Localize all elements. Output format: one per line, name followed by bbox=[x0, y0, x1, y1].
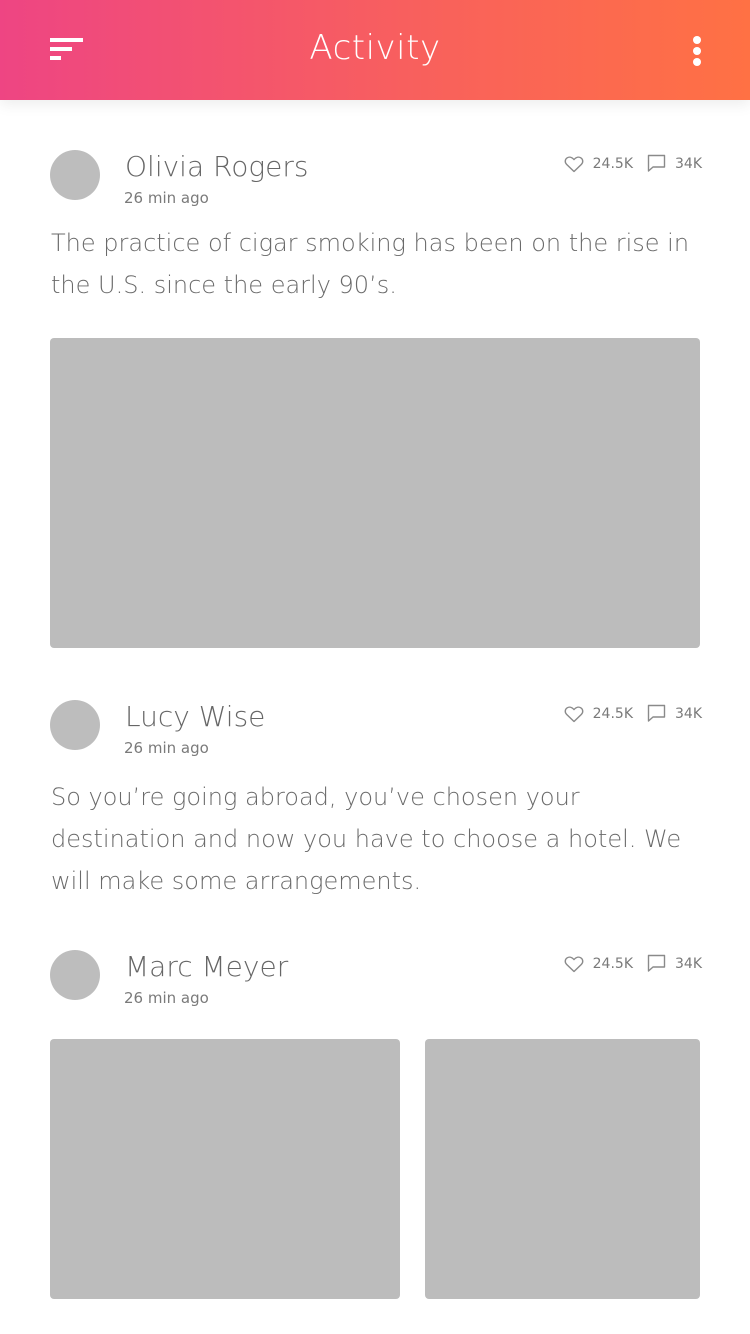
post-time: 26 min ago bbox=[124, 989, 209, 1007]
like-button[interactable]: 24.5K bbox=[564, 155, 633, 173]
post-image[interactable] bbox=[50, 1039, 400, 1299]
post-image[interactable] bbox=[425, 1039, 700, 1299]
post-text: So you’re going abroad, you’ve chosen yo… bbox=[51, 783, 682, 895]
post-image[interactable] bbox=[50, 338, 700, 648]
like-count: 24.5K bbox=[592, 705, 633, 722]
more-dot bbox=[693, 58, 701, 66]
author-name[interactable]: Marc Meyer bbox=[125, 950, 288, 983]
like-count: 24.5K bbox=[592, 955, 633, 972]
author-name[interactable]: Olivia Rogers bbox=[125, 150, 308, 183]
heart-icon bbox=[564, 955, 584, 972]
more-dot bbox=[693, 47, 701, 55]
comment-count: 34K bbox=[675, 155, 702, 172]
avatar[interactable] bbox=[50, 150, 100, 200]
comment-count: 34K bbox=[675, 955, 702, 972]
heart-icon bbox=[564, 155, 584, 172]
more-vertical-icon[interactable] bbox=[688, 34, 706, 68]
avatar[interactable] bbox=[50, 950, 100, 1000]
post-stats: 24.5K 34K bbox=[564, 704, 702, 723]
comment-icon bbox=[647, 704, 666, 722]
more-dot bbox=[693, 36, 701, 44]
post-time: 26 min ago bbox=[124, 739, 209, 757]
comment-icon bbox=[647, 154, 666, 172]
page-title: Activity bbox=[309, 28, 441, 68]
app-header: Activity bbox=[0, 0, 750, 100]
author-name[interactable]: Lucy Wise bbox=[125, 700, 265, 733]
comment-icon bbox=[647, 954, 666, 972]
avatar[interactable] bbox=[50, 700, 100, 750]
comment-button[interactable]: 34K bbox=[647, 704, 702, 723]
like-button[interactable]: 24.5K bbox=[564, 705, 633, 723]
comment-count: 34K bbox=[675, 705, 702, 722]
like-count: 24.5K bbox=[592, 155, 633, 172]
heart-icon bbox=[564, 705, 584, 722]
like-button[interactable]: 24.5K bbox=[564, 955, 633, 973]
post-time: 26 min ago bbox=[124, 189, 209, 207]
comment-button[interactable]: 34K bbox=[647, 154, 702, 173]
post-stats: 24.5K 34K bbox=[564, 154, 702, 173]
post-text: The practice of cigar smoking has been o… bbox=[51, 229, 690, 299]
comment-button[interactable]: 34K bbox=[647, 954, 702, 973]
post-stats: 24.5K 34K bbox=[564, 954, 702, 973]
